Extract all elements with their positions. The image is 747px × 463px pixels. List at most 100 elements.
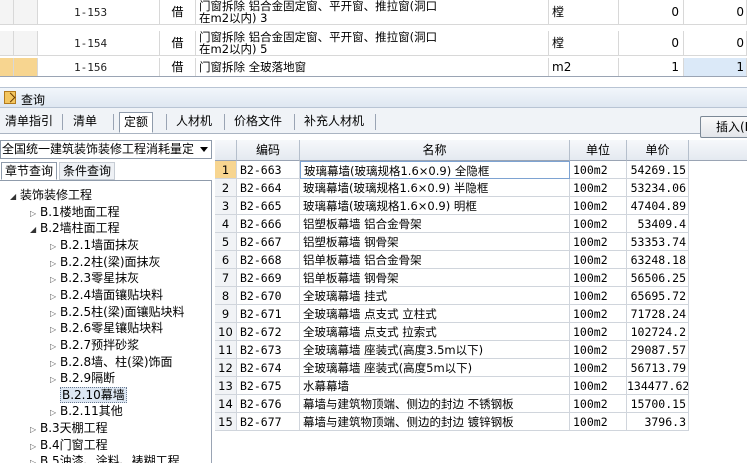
table-row[interactable]: 13 B2-675 水幕幕墙 100m2 134477.62 <box>215 377 747 395</box>
table-row[interactable]: 5 B2-667 铝塑板幕墙 钢骨架 100m2 53353.74 <box>215 233 747 251</box>
chevron-down-icon[interactable] <box>197 141 211 158</box>
collapse-icon[interactable]: ▷ <box>50 238 60 255</box>
tree-node[interactable]: ▷ B.2.11其他 <box>50 403 123 420</box>
row-price: 71728.24 <box>627 305 689 323</box>
collapse-icon[interactable]: ▷ <box>50 288 60 305</box>
row-number: 14 <box>215 395 237 413</box>
table-row[interactable]: 12 B2-674 全玻璃幕墙 座装式(高度5m以下) 100m2 56713.79 <box>215 359 747 377</box>
row-name: 铝塑板幕墙 钢骨架 <box>300 233 570 251</box>
expand-icon[interactable]: ◢ <box>10 188 20 205</box>
tree-node[interactable]: ▷ B.2.4墙面镶贴块料 <box>50 287 163 304</box>
collapse-icon[interactable]: ▷ <box>50 321 60 338</box>
tree-node[interactable]: ▷ B.2.2柱(梁)面抹灰 <box>50 254 161 271</box>
table-row[interactable]: 15 B2-677 幕墙与建筑物顶端、侧边的封边 镀锌钢板 100m2 3796.3 <box>215 413 747 431</box>
row-type: 借 <box>160 31 196 55</box>
row-number: 13 <box>215 377 237 395</box>
row-name: 门窗拆除 铝合金固定窗、平开窗、推拉窗(洞口 在m2以内) 5 <box>196 31 549 55</box>
row-name: 幕墙与建筑物顶端、侧边的封边 不锈钢板 <box>300 395 570 413</box>
row-name: 全玻璃幕墙 座装式(高度3.5m以下) <box>300 341 570 359</box>
row-price: 63248.18 <box>627 251 689 269</box>
collapse-icon[interactable]: ▷ <box>50 371 60 388</box>
row-unit: 100m2 <box>570 215 627 233</box>
subtab-condition-query[interactable]: 条件查询 <box>59 162 116 180</box>
table-row[interactable]: 1-154 借 门窗拆除 铝合金固定窗、平开窗、推拉窗(洞口 在m2以内) 5 樘… <box>0 31 747 56</box>
subtab-chapter-query[interactable]: 章节查询 <box>1 162 58 180</box>
tree-node[interactable]: ▷ B.2.9隔断 <box>50 370 115 387</box>
tab-price-file[interactable]: 价格文件 <box>230 112 286 133</box>
tree-node[interactable]: ▷ B.5油漆、涂料、裱糊工程 <box>30 453 180 463</box>
row-code: B2-673 <box>237 341 300 359</box>
header-price[interactable]: 单价 <box>627 140 689 161</box>
collapse-icon[interactable]: ▷ <box>50 338 60 355</box>
table-row[interactable]: 6 B2-668 铝单板幕墙 铝合金骨架 100m2 63248.18 <box>215 251 747 269</box>
tree-node[interactable]: ▷ B.2.6零星镶贴块料 <box>50 320 163 337</box>
table-row[interactable]: 11 B2-673 全玻璃幕墙 座装式(高度3.5m以下) 100m2 29087.57 <box>215 341 747 359</box>
tree-node[interactable]: ▷ B.3天棚工程 <box>30 420 108 437</box>
tab-bill[interactable]: 清单 <box>69 112 101 133</box>
row-qty2[interactable]: 1 <box>684 58 747 76</box>
row-unit: 100m2 <box>570 287 627 305</box>
collapse-icon[interactable]: ▷ <box>30 421 40 438</box>
quota-library-select[interactable]: 全国统一建筑装饰装修工程消耗量定 <box>0 140 212 159</box>
quota-grid: 编码 名称 单位 单价 1 B2-663 玻璃幕墙(玻璃规格1.6×0.9) 全隐框… <box>215 140 747 463</box>
row-price: 56713.79 <box>627 359 689 377</box>
collapse-icon[interactable]: ▷ <box>50 271 60 288</box>
header-name[interactable]: 名称 <box>300 140 570 161</box>
header-empty <box>689 140 747 161</box>
row-price: 56506.25 <box>627 269 689 287</box>
tree-node-selected[interactable]: B.2.10幕墙 <box>60 387 127 404</box>
row-price: 3796.3 <box>627 413 689 431</box>
row-number: 9 <box>215 305 237 323</box>
row-code: B2-671 <box>237 305 300 323</box>
row-name: 全玻璃幕墙 挂式 <box>300 287 570 305</box>
header-code[interactable]: 编码 <box>237 140 300 161</box>
table-row[interactable]: 1-153 借 门窗拆除 铝合金固定窗、平开窗、推拉窗(洞口 在m2以内) 3 樘… <box>0 0 747 25</box>
table-row[interactable]: 8 B2-670 全玻璃幕墙 挂式 100m2 65695.72 <box>215 287 747 305</box>
row-code: B2-676 <box>237 395 300 413</box>
tree-node[interactable]: ▷ B.4门窗工程 <box>30 437 108 454</box>
row-unit: 100m2 <box>570 305 627 323</box>
row-name: 水幕幕墙 <box>300 377 570 395</box>
table-row[interactable]: 1-156 借 门窗拆除 全玻落地窗 m2 1 1 <box>0 58 747 76</box>
row-name: 玻璃幕墙(玻璃规格1.6×0.9) 半隐框 <box>300 179 570 197</box>
row-price: 134477.62 <box>627 377 689 395</box>
row-name: 全玻璃幕墙 点支式 立柱式 <box>300 305 570 323</box>
table-row[interactable]: 7 B2-669 铝单板幕墙 钢骨架 100m2 56506.25 <box>215 269 747 287</box>
row-unit: 100m2 <box>570 413 627 431</box>
row-type: 借 <box>160 0 196 24</box>
tab-labor-material-machine[interactable]: 人材机 <box>172 112 216 133</box>
table-row[interactable]: 9 B2-671 全玻璃幕墙 点支式 立柱式 100m2 71728.24 <box>215 305 747 323</box>
tree-node[interactable]: ◢ 装饰装修工程 <box>10 187 92 204</box>
row-number: 4 <box>215 215 237 233</box>
table-row[interactable]: 2 B2-664 玻璃幕墙(玻璃规格1.6×0.9) 半隐框 100m2 53234.0… <box>215 179 747 197</box>
collapse-icon[interactable]: ▷ <box>50 404 60 421</box>
insert-button[interactable]: 插入(I) <box>700 116 747 138</box>
query-panel-title: 查询 <box>21 93 46 107</box>
tab-supplementary-lmm[interactable]: 补充人材机 <box>300 112 368 133</box>
row-number: 1 <box>215 161 237 179</box>
collapse-icon[interactable]: ▷ <box>30 454 40 463</box>
expand-icon[interactable]: ◢ <box>30 221 40 238</box>
tree-node[interactable]: ▷ B.2.7预拌砂浆 <box>50 337 139 354</box>
table-row[interactable]: 3 B2-665 玻璃幕墙(玻璃规格1.6×0.9) 明框 100m2 47404.89 <box>215 197 747 215</box>
tab-quota[interactable]: 定额 <box>119 112 154 133</box>
table-row[interactable]: 10 B2-672 全玻璃幕墙 点支式 拉索式 100m2 102724.2 <box>215 323 747 341</box>
row-type: 借 <box>160 58 196 76</box>
tree-node[interactable]: ◢ B.2墙柱面工程 <box>30 220 120 237</box>
tree-node[interactable]: ▷ B.2.3零星抹灰 <box>50 270 139 287</box>
row-number: 3 <box>215 197 237 215</box>
row-unit: 100m2 <box>570 179 627 197</box>
table-row[interactable]: 1 B2-663 玻璃幕墙(玻璃规格1.6×0.9) 全隐框 100m2 54269.1… <box>215 161 747 179</box>
row-unit: 樘 <box>549 31 619 55</box>
row-name: 铝塑板幕墙 铝合金骨架 <box>300 215 570 233</box>
row-unit: 100m2 <box>570 233 627 251</box>
table-row[interactable]: 4 B2-666 铝塑板幕墙 铝合金骨架 100m2 53409.4 <box>215 215 747 233</box>
tree-node[interactable]: ▷ B.2.8墙、柱(梁)饰面 <box>50 354 173 371</box>
tab-bill-guide[interactable]: 清单指引 <box>1 112 57 133</box>
tree-node[interactable]: ▷ B.2.1墙面抹灰 <box>50 237 139 254</box>
header-unit[interactable]: 单位 <box>570 140 627 161</box>
row-code: 1-153 <box>38 0 160 24</box>
tree-node[interactable]: ▷ B.2.5柱(梁)面镶贴块料 <box>50 304 185 321</box>
table-row[interactable]: 14 B2-676 幕墙与建筑物顶端、侧边的封边 不锈钢板 100m2 15700.15 <box>215 395 747 413</box>
tree-node[interactable]: ▷ B.1楼地面工程 <box>30 204 120 221</box>
